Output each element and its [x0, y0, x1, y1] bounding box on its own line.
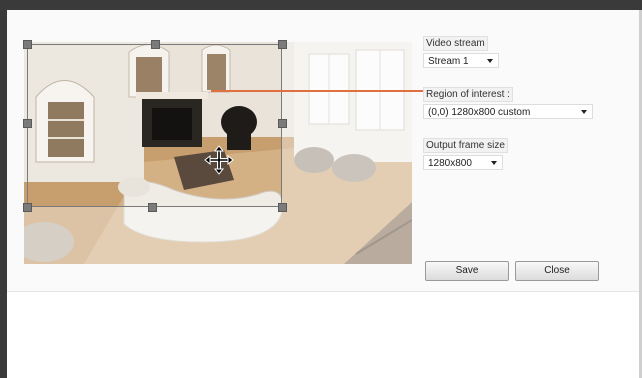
chevron-down-icon — [581, 110, 587, 114]
region-of-interest-select[interactable]: (0,0) 1280x800 custom — [423, 104, 593, 119]
video-stream-select[interactable]: Stream 1 — [423, 53, 499, 68]
save-button[interactable]: Save — [425, 261, 509, 281]
roi-handle-top-left[interactable] — [23, 40, 32, 49]
roi-handle-middle-left[interactable] — [23, 119, 32, 128]
roi-handle-top-right[interactable] — [278, 40, 287, 49]
roi-handle-bottom-left[interactable] — [23, 203, 32, 212]
output-frame-size-select[interactable]: 1280x800 — [423, 155, 503, 170]
chevron-down-icon — [491, 161, 497, 165]
region-of-interest-value: (0,0) 1280x800 custom — [428, 107, 531, 118]
region-of-interest-label: Region of interest : — [423, 87, 513, 102]
roi-handle-top-center[interactable] — [151, 40, 160, 49]
lower-panel-area — [7, 292, 639, 378]
window-frame-top — [0, 0, 642, 10]
roi-callout-line — [211, 90, 426, 92]
output-frame-size-label: Output frame size — [423, 138, 508, 153]
roi-handle-middle-right[interactable] — [278, 119, 287, 128]
roi-handle-bottom-center[interactable] — [148, 203, 157, 212]
move-icon[interactable] — [203, 144, 235, 176]
video-stream-label: Video stream — [423, 36, 488, 51]
chevron-down-icon — [487, 59, 493, 63]
window-frame-left — [0, 10, 7, 378]
roi-handle-bottom-right[interactable] — [278, 203, 287, 212]
video-stream-value: Stream 1 — [428, 56, 469, 67]
roi-selection-box[interactable] — [27, 44, 282, 207]
output-frame-size-value: 1280x800 — [428, 158, 472, 169]
close-button[interactable]: Close — [515, 261, 599, 281]
